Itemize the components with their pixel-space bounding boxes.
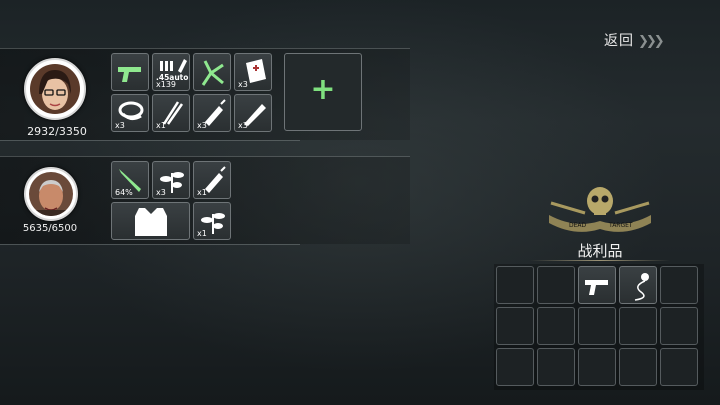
loot-title: 战利品 (577, 242, 623, 260)
loot-slot[interactable] (537, 348, 575, 386)
loot-slot[interactable] (578, 307, 616, 345)
divider (0, 244, 300, 245)
item-slot[interactable]: .45auto x139 (152, 53, 190, 91)
item-count: x1 (156, 121, 166, 130)
loot-slot[interactable] (578, 348, 616, 386)
item-slot[interactable] (193, 53, 231, 91)
svg-text:DEAD: DEAD (569, 222, 587, 229)
item-count: x1 (197, 188, 207, 197)
slingshot-icon (201, 60, 224, 86)
item-slot[interactable]: x3 (111, 94, 149, 132)
loot-slot[interactable] (496, 307, 534, 345)
loot-slot[interactable] (578, 266, 616, 304)
loot-slot[interactable] (660, 266, 698, 304)
earphone-icon (634, 273, 649, 301)
loot-slot[interactable] (537, 307, 575, 345)
item-durability: 64% (115, 188, 133, 197)
loot-slot[interactable] (619, 307, 657, 345)
item-count: x139 (156, 80, 177, 89)
svg-text:TARGET: TARGET (608, 222, 633, 229)
loot-slot[interactable] (496, 348, 534, 386)
item-slot[interactable]: x3 (152, 161, 190, 199)
item-slot[interactable]: 64% (111, 161, 149, 199)
dead-target-emblem: DEAD TARGET (549, 187, 651, 232)
plus-icon: + (310, 72, 336, 107)
loot-slot[interactable] (660, 348, 698, 386)
item-count: x1 (197, 229, 207, 238)
divider (0, 48, 410, 49)
back-label: 返回 (604, 33, 634, 49)
divider (530, 260, 670, 261)
item-slot[interactable]: x3 (193, 94, 231, 132)
loot-slot[interactable] (537, 266, 575, 304)
hp-readout: 2932/3350 (27, 125, 87, 138)
item-count: x3 (238, 121, 248, 130)
vest-icon (135, 208, 167, 236)
item-count: x3 (197, 121, 207, 130)
divider (0, 156, 410, 157)
item-slot[interactable]: x1 (193, 161, 231, 199)
hp-readout: 5635/6500 (22, 223, 78, 234)
loot-slot[interactable] (496, 266, 534, 304)
chevron-right-icon: ❯❯❯ (638, 34, 665, 49)
item-slot-wide[interactable] (111, 202, 190, 240)
item-count: x3 (156, 188, 166, 197)
item-slot[interactable]: x3 (234, 94, 272, 132)
item-count: x3 (238, 80, 248, 89)
avatar-woman[interactable] (24, 58, 86, 120)
avatar-man[interactable] (24, 167, 78, 221)
pistol-icon (585, 280, 608, 295)
item-slot[interactable] (111, 53, 149, 91)
item-slot[interactable]: x1 (193, 202, 231, 240)
pistol-icon (118, 67, 141, 82)
loot-slot[interactable] (619, 348, 657, 386)
item-count: x3 (115, 121, 125, 130)
back-button[interactable]: 返回 ❯❯❯ (604, 30, 665, 50)
loot-slot[interactable] (619, 266, 657, 304)
item-slot[interactable]: x3 (234, 53, 272, 91)
add-item-button[interactable]: + (284, 53, 362, 131)
item-slot[interactable]: x1 (152, 94, 190, 132)
loot-slot[interactable] (660, 307, 698, 345)
divider (0, 140, 300, 141)
